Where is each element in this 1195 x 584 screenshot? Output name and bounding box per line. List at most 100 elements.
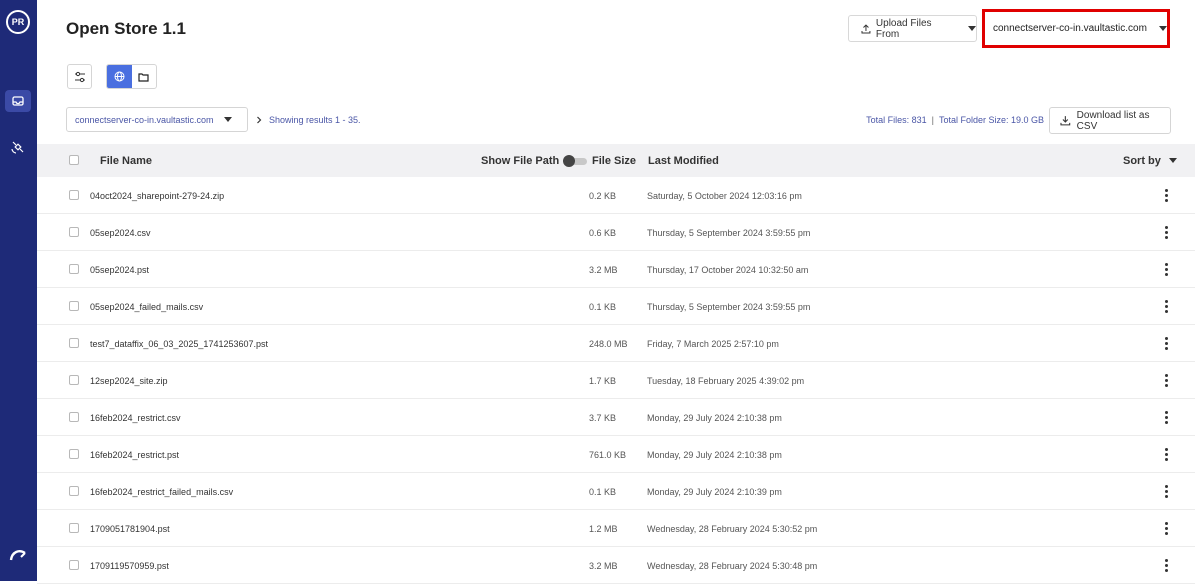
chevron-down-icon — [968, 26, 976, 31]
total-files: Total Files: 831 — [866, 114, 927, 125]
folder-icon — [138, 72, 149, 82]
more-options-icon[interactable] — [1164, 263, 1168, 276]
folder-totals: Total Files: 831 | Total Folder Size: 19… — [809, 107, 1044, 132]
inbox-icon — [12, 96, 24, 106]
last-modified: Thursday, 5 September 2024 3:59:55 pm — [647, 301, 811, 312]
user-avatar[interactable]: PR — [6, 10, 30, 34]
server-select-value: connectserver-co-in.vaultastic.com — [993, 23, 1147, 34]
file-name[interactable]: 05sep2024.pst — [90, 251, 149, 288]
show-file-path-label: Show File Path — [481, 154, 560, 167]
globe-view-button[interactable] — [107, 65, 132, 88]
filter-sliders-icon — [74, 71, 85, 82]
sidebar: PR — [0, 0, 37, 581]
download-icon — [1060, 116, 1071, 126]
file-name[interactable]: 16feb2024_restrict_failed_mails.csv — [90, 473, 233, 510]
last-modified: Wednesday, 28 February 2024 5:30:48 pm — [647, 560, 818, 571]
table-row[interactable]: 05sep2024.pst 3.2 MB Thursday, 17 October … — [37, 251, 1195, 288]
file-size: 0.1 KB — [589, 486, 617, 497]
select-all-checkbox[interactable] — [69, 155, 79, 165]
chevron-down-icon — [1158, 26, 1167, 31]
file-name[interactable]: 16feb2024_restrict.pst — [90, 436, 179, 473]
file-name[interactable]: 16feb2024_restrict.csv — [90, 399, 181, 436]
server-dropdown[interactable]: connectserver-co-in.vaultastic.com — [66, 107, 248, 132]
file-name[interactable]: 12sep2024_site.zip — [90, 362, 168, 399]
folder-view-button[interactable] — [132, 65, 157, 88]
row-checkbox[interactable] — [69, 560, 79, 570]
table-row[interactable]: 1709051781904.pst 1.2 MB Wednesday, 28 Feb… — [37, 510, 1195, 547]
upload-files-label: Upload Files From — [875, 17, 932, 40]
row-checkbox[interactable] — [69, 264, 79, 274]
server-select[interactable]: connectserver-co-in.vaultastic.com — [982, 9, 1170, 48]
column-last-modified[interactable]: Last Modified — [648, 144, 719, 177]
last-modified: Tuesday, 18 February 2025 4:39:02 pm — [647, 375, 805, 386]
file-size: 0.2 KB — [589, 190, 617, 201]
upload-files-button[interactable]: Upload Files From — [848, 15, 977, 42]
table-row[interactable]: 1709119570959.pst 3.2 MB Wednesday, 28 Feb… — [37, 547, 1195, 584]
table-row[interactable]: test7_dataffix_06_03_2025_1741253607.pst… — [37, 325, 1195, 362]
download-csv-button[interactable]: Download list as CSV — [1049, 107, 1171, 134]
row-checkbox[interactable] — [69, 486, 79, 496]
breadcrumb: Showing results 1 - 35. — [255, 107, 361, 132]
row-checkbox[interactable] — [69, 338, 79, 348]
file-size: 1.2 MB — [589, 523, 618, 534]
globe-icon — [114, 71, 125, 82]
last-modified: Monday, 29 July 2024 2:10:39 pm — [647, 486, 782, 497]
row-checkbox[interactable] — [69, 190, 79, 200]
more-options-icon[interactable] — [1164, 226, 1168, 239]
table-row[interactable]: 12sep2024_site.zip 1.7 KB Tuesday, 18 Febr… — [37, 362, 1195, 399]
column-file-name[interactable]: File Name — [100, 144, 152, 177]
last-modified: Thursday, 5 September 2024 3:59:55 pm — [647, 227, 811, 238]
more-options-icon[interactable] — [1164, 189, 1168, 202]
table-header: File Name Show File Path File Size Last … — [37, 144, 1195, 177]
last-modified: Thursday, 17 October 2024 10:32:50 am — [647, 264, 809, 275]
more-options-icon[interactable] — [1164, 448, 1168, 461]
table-row[interactable]: 16feb2024_restrict_failed_mails.csv 0.1 K… — [37, 473, 1195, 510]
file-name[interactable]: 1709119570959.pst — [90, 547, 169, 584]
row-checkbox[interactable] — [69, 227, 79, 237]
table-row[interactable]: 05sep2024_failed_mails.csv 0.1 KB Thursday… — [37, 288, 1195, 325]
last-modified: Wednesday, 28 February 2024 5:30:52 pm — [647, 523, 818, 534]
file-size: 248.0 MB — [589, 338, 628, 349]
file-name[interactable]: 1709051781904.pst — [90, 510, 170, 547]
row-checkbox[interactable] — [69, 523, 79, 533]
table-row[interactable]: 04oct2024_sharepoint-279-24.zip 0.2 KB Sat… — [37, 177, 1195, 214]
sidebar-item-satellite[interactable] — [9, 138, 27, 156]
table-row[interactable]: 16feb2024_restrict.pst 761.0 KB Monday, 29… — [37, 436, 1195, 473]
more-options-icon[interactable] — [1164, 374, 1168, 387]
page-title: Open Store 1.1 — [66, 19, 186, 38]
sidebar-item-inbox[interactable] — [5, 90, 31, 112]
sort-by-dropdown[interactable]: Sort by — [1123, 144, 1177, 177]
file-size: 3.7 KB — [589, 412, 617, 423]
table-row[interactable]: 16feb2024_restrict.csv 3.7 KB Monday, 29 J… — [37, 399, 1195, 436]
main-content: Open Store 1.1 Upload Files From connect… — [37, 0, 1195, 584]
file-size: 0.1 KB — [589, 301, 617, 312]
row-checkbox[interactable] — [69, 375, 79, 385]
file-name[interactable]: test7_dataffix_06_03_2025_1741253607.pst — [90, 325, 268, 362]
file-name[interactable]: 04oct2024_sharepoint-279-24.zip — [90, 177, 224, 214]
filter-button[interactable] — [67, 64, 92, 89]
more-options-icon[interactable] — [1164, 411, 1168, 424]
column-file-size[interactable]: File Size — [592, 144, 636, 177]
file-size: 0.6 KB — [589, 227, 617, 238]
more-options-icon[interactable] — [1164, 559, 1168, 572]
file-size: 761.0 KB — [589, 449, 627, 460]
last-modified: Monday, 29 July 2024 2:10:38 pm — [647, 412, 782, 423]
file-name[interactable]: 05sep2024_failed_mails.csv — [90, 288, 203, 325]
chevron-right-icon — [257, 116, 262, 123]
more-options-icon[interactable] — [1164, 485, 1168, 498]
file-size: 3.2 MB — [589, 264, 618, 275]
row-checkbox[interactable] — [69, 449, 79, 459]
table-row[interactable]: 05sep2024.csv 0.6 KB Thursday, 5 September… — [37, 214, 1195, 251]
satellite-icon — [11, 141, 24, 154]
toggle-switch[interactable] — [563, 154, 588, 167]
more-options-icon[interactable] — [1164, 300, 1168, 313]
row-checkbox[interactable] — [69, 412, 79, 422]
file-name[interactable]: 05sep2024.csv — [90, 214, 151, 251]
more-options-icon[interactable] — [1164, 522, 1168, 535]
download-csv-label: Download list as CSV — [1076, 109, 1150, 132]
show-file-path-toggle[interactable]: Show File Path — [481, 144, 588, 177]
row-checkbox[interactable] — [69, 301, 79, 311]
server-dropdown-value: connectserver-co-in.vaultastic.com — [75, 114, 214, 125]
file-size: 1.7 KB — [589, 375, 617, 386]
more-options-icon[interactable] — [1164, 337, 1168, 350]
